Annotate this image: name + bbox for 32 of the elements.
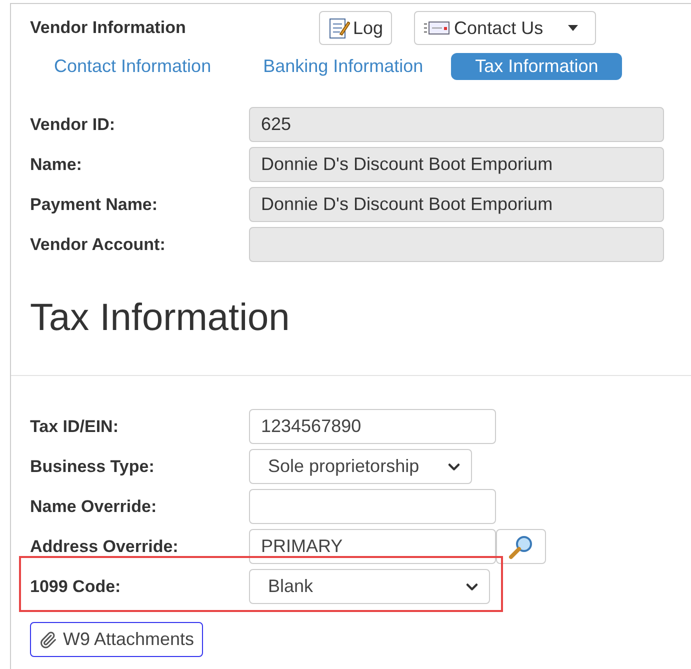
section-title: Tax Information	[30, 297, 291, 340]
attachments-button[interactable]: W9 Attachments	[30, 622, 204, 657]
notepad-pencil-icon	[328, 16, 350, 40]
panel-title: Vendor Information	[30, 18, 187, 38]
field-label: Business Type:	[30, 456, 156, 476]
field-label: Tax ID/EIN:	[30, 416, 120, 436]
field-label: Name Override:	[30, 496, 158, 516]
field-label: 1099 Code:	[30, 576, 122, 596]
field-label: Payment Name:	[30, 194, 159, 214]
tab[interactable]: Contact Information	[30, 52, 236, 80]
contact-card-icon	[423, 20, 452, 36]
tab[interactable]: Banking Information	[239, 52, 448, 80]
search-button[interactable]	[496, 529, 546, 564]
select-field[interactable]: Sole proprietorship	[249, 449, 472, 484]
input-field[interactable]	[249, 489, 496, 524]
field-label: Name:	[30, 154, 83, 174]
dropdown-button[interactable]	[551, 11, 596, 45]
input-field[interactable]: PRIMARY	[249, 529, 496, 564]
caret-icon	[568, 25, 578, 31]
log-button[interactable]: Log	[319, 11, 392, 45]
field-label: Vendor ID:	[30, 114, 116, 134]
contact-us-button[interactable]: Contact Us	[414, 11, 552, 45]
readonly-field: Donnie D's Discount Boot Emporium	[249, 147, 664, 182]
readonly-field: Donnie D's Discount Boot Emporium	[249, 187, 664, 222]
field-label: Address Override:	[30, 536, 180, 556]
tab[interactable]: Tax Information	[451, 52, 622, 80]
select-field[interactable]: Blank	[249, 569, 490, 604]
field-label: Vendor Account:	[30, 234, 166, 254]
readonly-field: 625	[249, 107, 664, 142]
paperclip-icon	[39, 630, 57, 648]
magnifier-icon	[508, 534, 534, 560]
input-field[interactable]: 1234567890	[249, 409, 496, 444]
